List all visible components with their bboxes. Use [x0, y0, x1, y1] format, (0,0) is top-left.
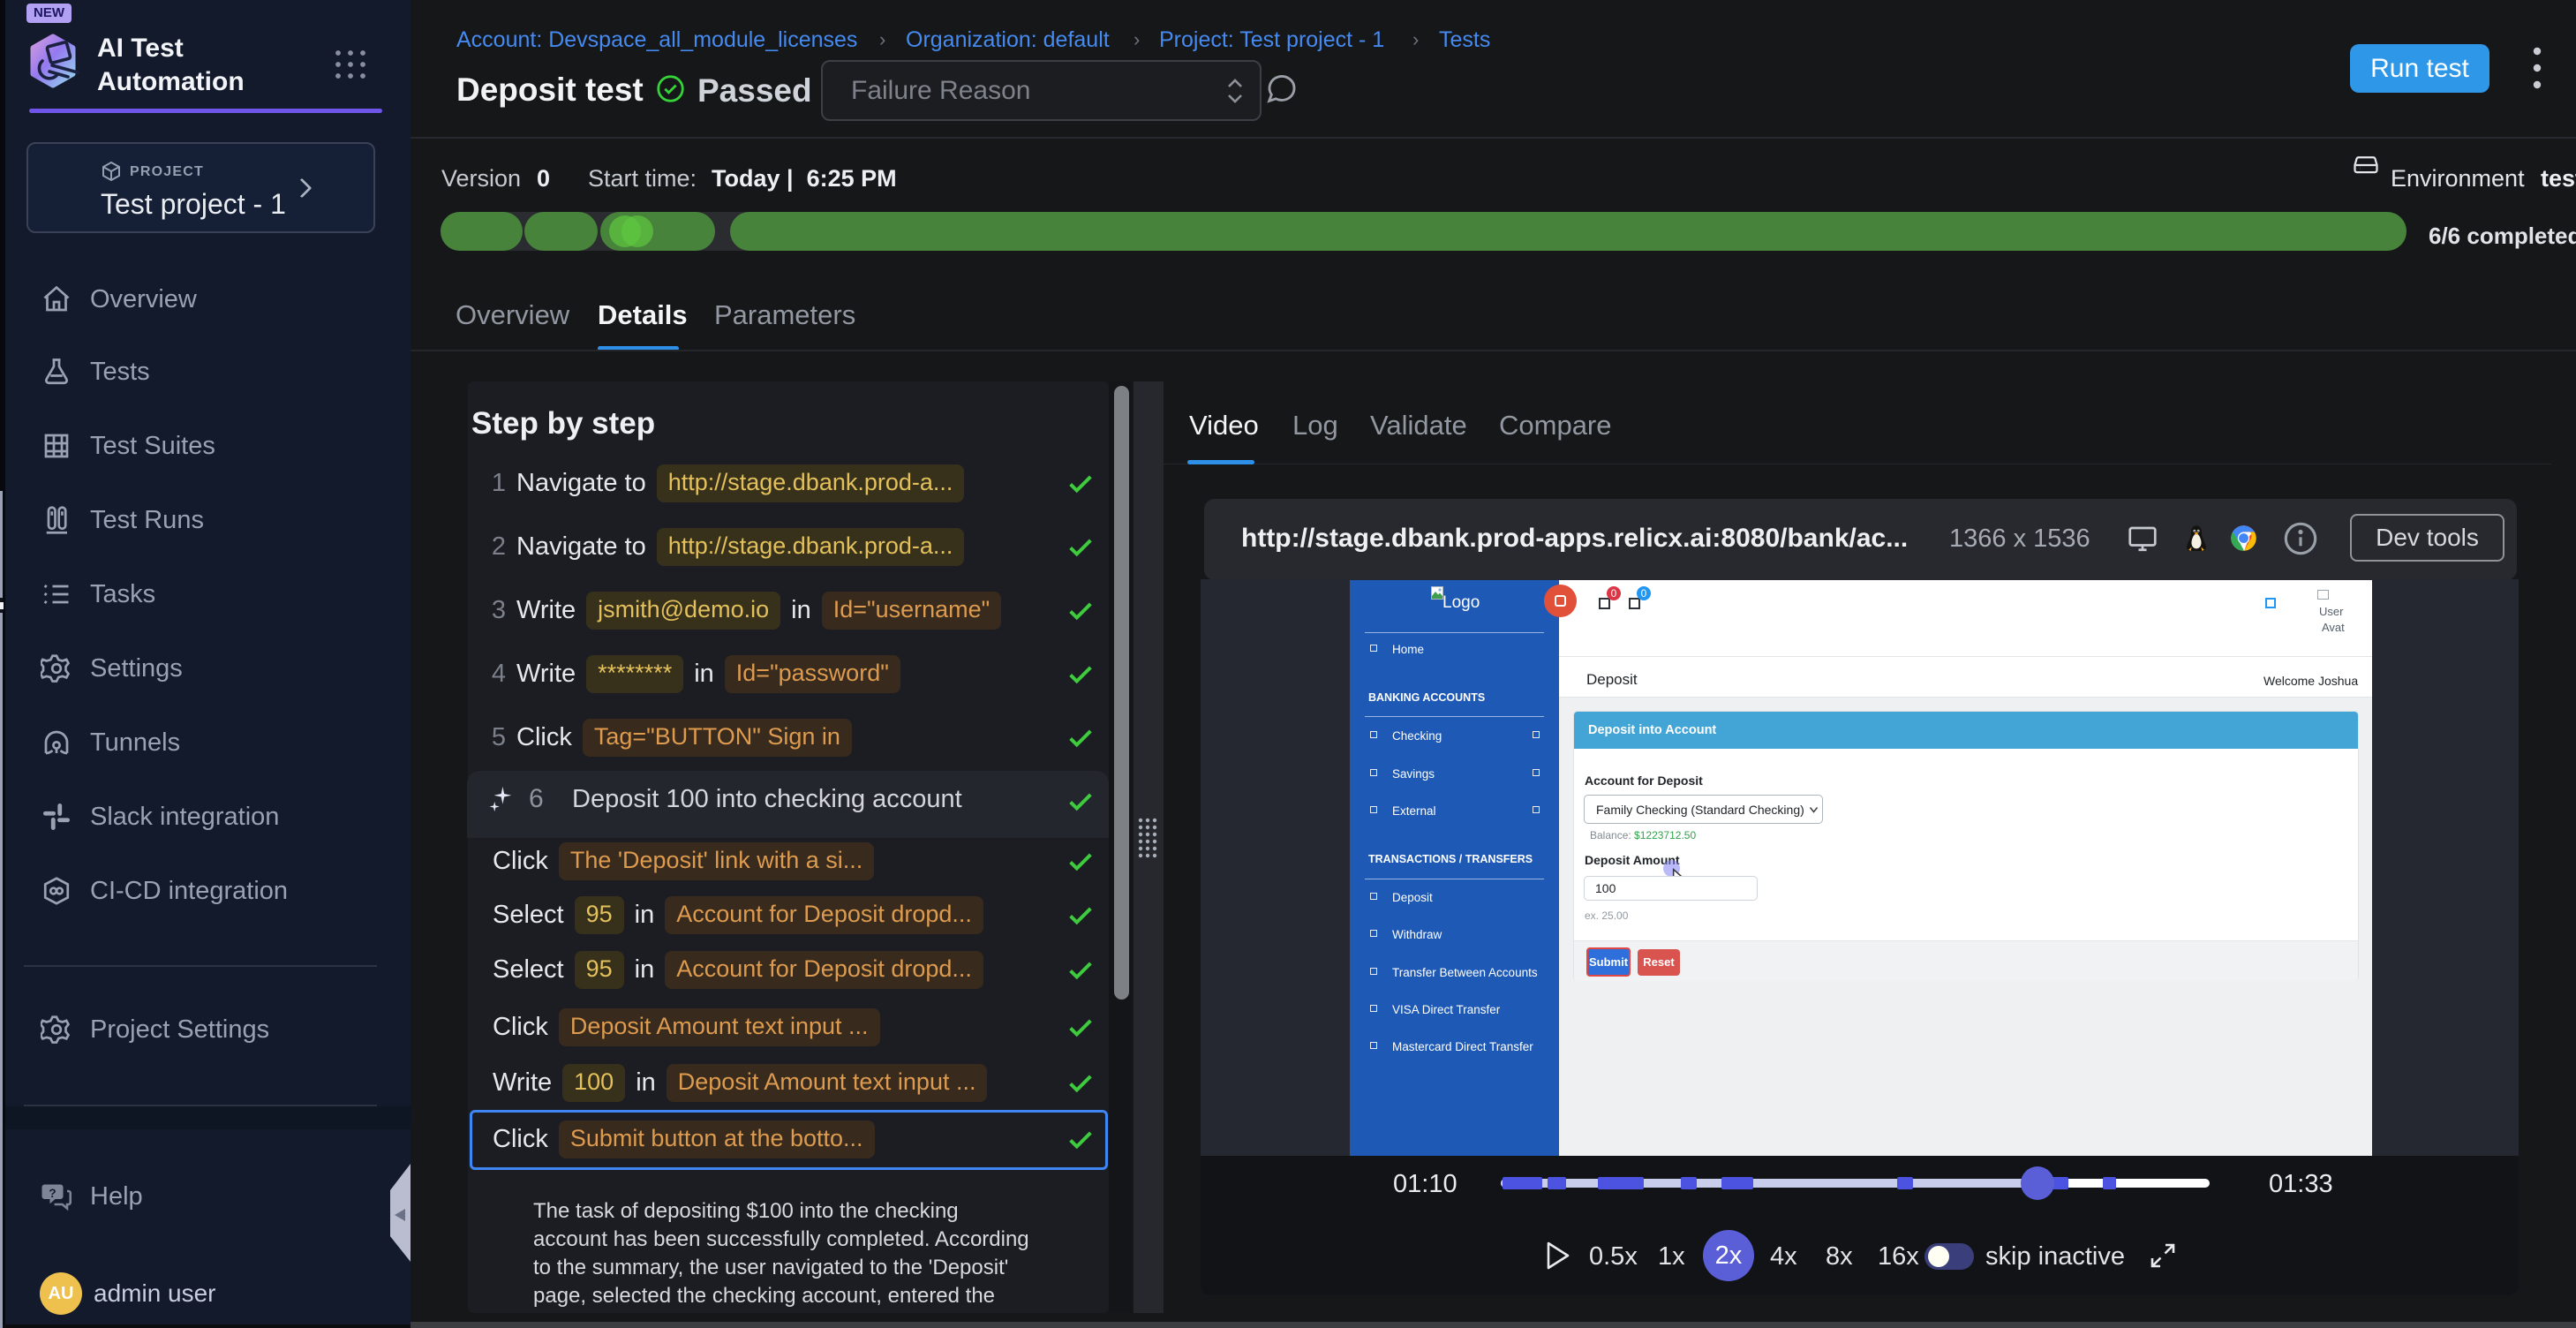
- svg-text:?: ?: [49, 1187, 56, 1200]
